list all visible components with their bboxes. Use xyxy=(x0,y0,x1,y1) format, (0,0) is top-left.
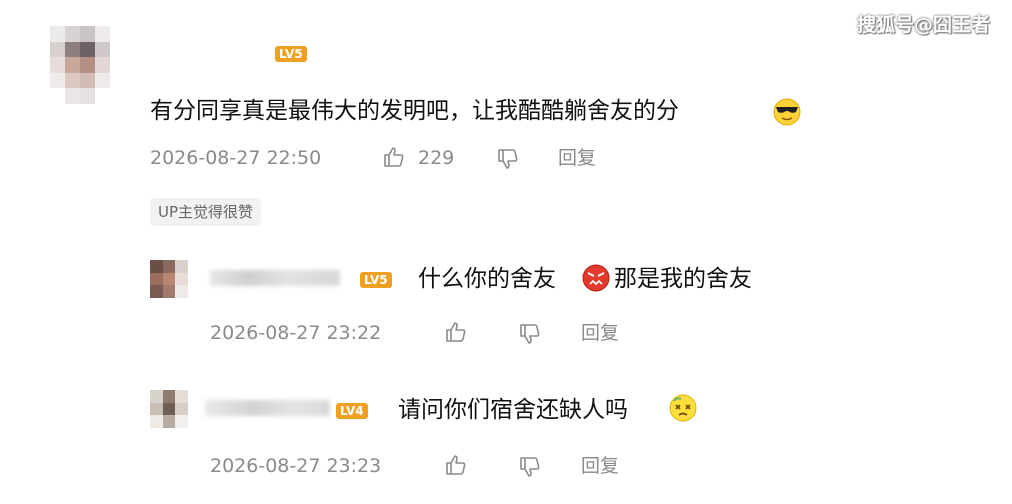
reply-text-body: 请问你们宿舍还缺人吗 xyxy=(398,397,628,423)
reply-button[interactable]: 回复 xyxy=(581,321,619,345)
comment-text-body: 有分同享真是最伟大的发明吧，让我酷酷躺舍友的分 xyxy=(150,98,679,124)
reply-text-part2: 那是我的舍友 xyxy=(614,266,752,292)
reply-text: 什么你的舍友 xyxy=(418,264,556,294)
avatar[interactable] xyxy=(150,260,188,298)
up-liked-tag: UP主觉得很赞 xyxy=(150,198,262,226)
reply-text-after: 那是我的舍友 xyxy=(614,264,752,294)
thumbs-up-icon[interactable] xyxy=(382,145,406,169)
reply-button[interactable]: 回复 xyxy=(558,146,596,170)
level-badge: LV5 xyxy=(360,272,392,288)
level-badge: LV5 xyxy=(275,46,307,62)
watermark: 搜狐号@囧王者 xyxy=(856,14,990,36)
level-badge: LV4 xyxy=(336,403,368,419)
reply-button[interactable]: 回复 xyxy=(581,454,619,478)
comment-timestamp: 2026-08-27 22:50 xyxy=(150,147,322,169)
username-blurred[interactable] xyxy=(210,270,340,286)
thumbs-up-icon[interactable] xyxy=(444,320,468,344)
reply-timestamp: 2026-08-27 23:22 xyxy=(210,322,382,344)
comment-text: 有分同享真是最伟大的发明吧，让我酷酷躺舍友的分 xyxy=(150,96,679,126)
thumbs-down-icon[interactable] xyxy=(518,455,542,479)
reply-text: 请问你们宿舍还缺人吗 xyxy=(398,395,628,425)
angry-emoji-icon xyxy=(582,264,610,292)
thumbs-down-icon[interactable] xyxy=(496,147,520,171)
reply-timestamp: 2026-08-27 23:23 xyxy=(210,455,382,477)
dizzy-emoji-icon xyxy=(669,394,697,422)
reply-text-part1: 什么你的舍友 xyxy=(418,266,556,292)
thumbs-down-icon[interactable] xyxy=(518,322,542,346)
avatar[interactable] xyxy=(150,390,188,428)
thumbs-up-icon[interactable] xyxy=(444,453,468,477)
sunglasses-emoji-icon xyxy=(773,98,801,126)
username-blurred[interactable] xyxy=(205,400,330,416)
like-count: 229 xyxy=(418,147,455,169)
avatar[interactable] xyxy=(50,26,110,104)
